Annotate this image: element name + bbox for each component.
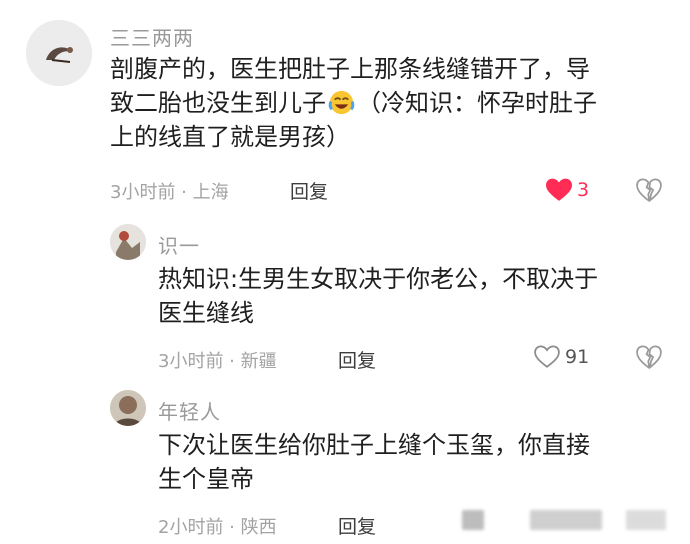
comment-username[interactable]: 年轻人 [158,396,221,425]
comment-line: 上的线直了就是男孩） [110,123,350,151]
dislike-button[interactable] [636,178,662,206]
comment-text: 下次让医生给你肚子上缝个玉玺，你直接 生个皇帝 [158,428,658,496]
comment-meta: 3小时前 · 新疆 [158,351,277,372]
broken-heart-icon [636,345,662,370]
comment-line: 致二胎也没生到儿子 （冷知识：怀孕时肚子 [110,86,670,120]
comment-meta: 2小时前 · 陕西 [158,517,277,538]
avatar[interactable] [110,390,146,426]
laughing-crying-emoji-icon [328,90,355,115]
like-count: 3 [577,179,590,201]
blurred-dislike-icon [626,510,666,530]
comment-line: 生个皇帝 [158,465,254,493]
like-count: 91 [565,346,590,368]
comment-line: 热知识:生男生女取决于你老公，不取决于 [158,265,599,293]
comment-line: 医生缝线 [158,299,254,327]
comment-line-part: （冷知识：怀孕时肚子 [357,89,597,117]
comment-line-part: 致二胎也没生到儿子 [110,89,326,117]
avatar-image [26,20,92,86]
comment-username[interactable]: 三三两两 [110,22,194,51]
blurred-like-icon [462,510,484,530]
like-button[interactable]: 3 [546,178,589,202]
comment-text: 剖腹产的，医生把肚子上那条线缝错开了，导 致二胎也没生到儿子 （冷知识：怀孕时肚… [110,52,670,154]
reply-button[interactable]: 回复 [338,512,376,539]
comment-line: 下次让医生给你肚子上缝个玉玺，你直接 [158,431,590,459]
comment-text: 热知识:生男生女取决于你老公，不取决于 医生缝线 [158,262,658,330]
broken-heart-icon [636,178,662,203]
reply-button[interactable]: 回复 [290,177,328,204]
avatar-image [110,390,146,426]
heart-outline-icon [534,345,560,368]
comment-line: 剖腹产的，医生把肚子上那条线缝错开了，导 [110,55,590,83]
blurred-count-placeholder [530,510,602,530]
like-button[interactable]: 91 [534,345,589,369]
avatar[interactable] [26,20,92,86]
comment-username[interactable]: 识一 [158,230,200,259]
avatar[interactable] [110,224,146,260]
dislike-button[interactable] [636,345,662,373]
avatar-image [110,224,146,260]
comment-meta: 3小时前 · 上海 [110,182,229,203]
heart-filled-icon [546,178,572,201]
reply-button[interactable]: 回复 [338,346,376,373]
